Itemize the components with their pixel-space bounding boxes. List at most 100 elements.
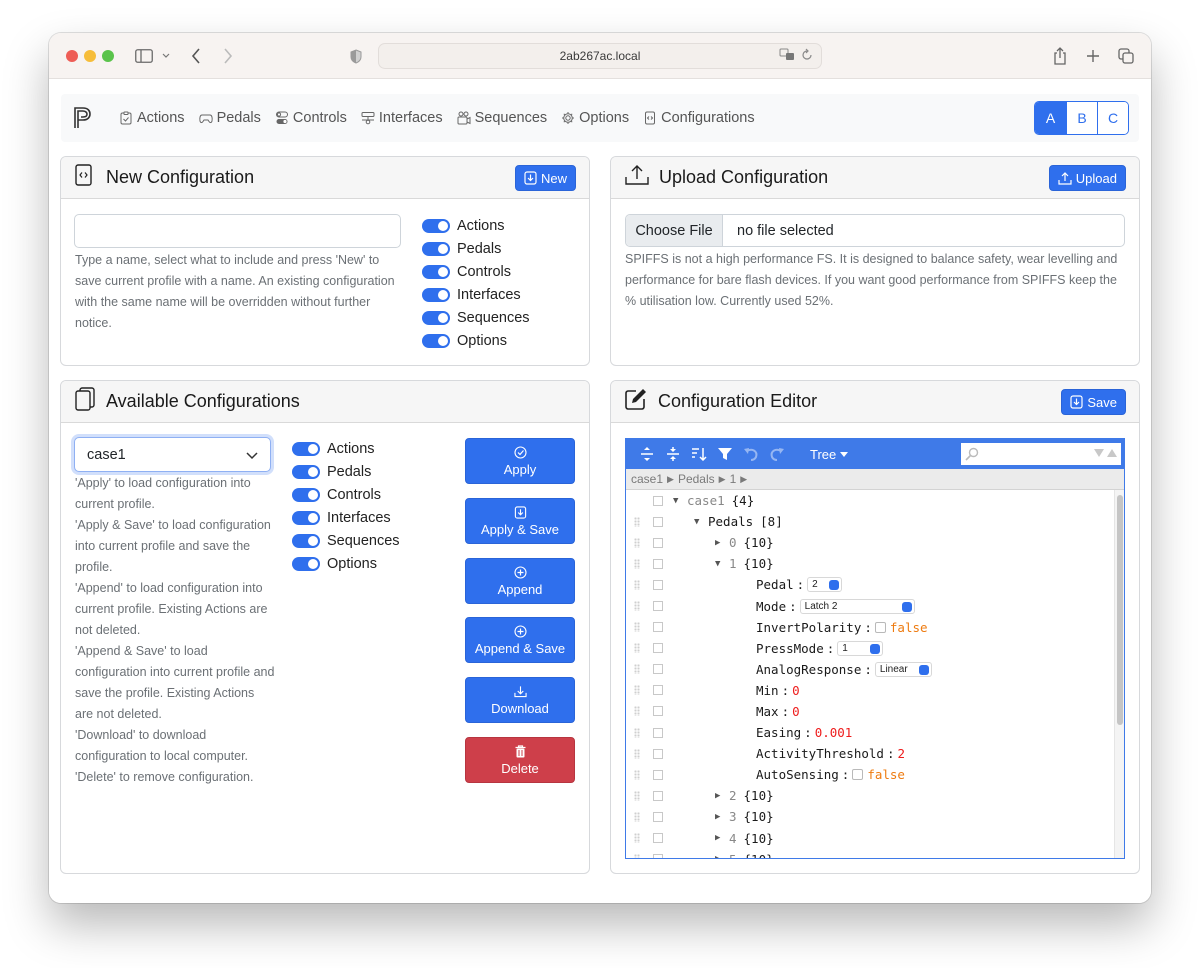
drag-handle[interactable] [634,622,640,633]
search-next-icon[interactable] [1094,449,1104,457]
invert-polarity-checkbox[interactable] [874,621,886,633]
choose-file-button[interactable]: Choose File [626,215,723,246]
profile-b-button[interactable]: B [1066,102,1097,134]
sort-icon[interactable] [686,442,712,466]
expand-toggle-icon[interactable]: ▶ [715,833,729,843]
context-menu-button[interactable] [653,706,663,717]
delete-button[interactable]: Delete [465,737,575,783]
drag-handle[interactable] [634,854,640,858]
collapse-all-icon[interactable] [660,442,686,466]
sidebar-toggle-icon[interactable] [134,45,154,67]
pedals-switch[interactable] [292,465,320,480]
expand-toggle-icon[interactable]: ▼ [715,559,729,569]
privacy-shield-icon[interactable] [348,45,364,67]
profile-a-button[interactable]: A [1035,102,1066,134]
new-tab-icon[interactable] [1085,45,1101,67]
download-button[interactable]: Download [465,677,575,723]
drag-handle[interactable] [634,706,640,717]
auto-sensing-checkbox[interactable] [852,769,864,781]
profile-c-button[interactable]: C [1097,102,1128,134]
nav-interfaces[interactable]: Interfaces [361,110,443,126]
drag-handle[interactable] [634,516,640,527]
mode-dropdown[interactable]: Tree [810,447,849,462]
controls-switch[interactable] [292,488,320,503]
brand-logo[interactable] [73,106,95,130]
drag-handle[interactable] [634,558,640,569]
options-switch[interactable] [422,333,450,348]
undo-icon[interactable] [738,442,764,466]
close-window-button[interactable] [66,50,78,62]
mode-select[interactable]: Latch 2 [799,598,915,614]
context-menu-button[interactable] [653,537,663,548]
actions-switch[interactable] [422,219,450,234]
apply-button[interactable]: Apply [465,438,575,484]
forward-icon[interactable] [220,45,236,67]
reload-icon[interactable] [801,48,813,65]
back-icon[interactable] [188,45,204,67]
filter-icon[interactable] [712,442,738,466]
expand-toggle-icon[interactable]: ▼ [673,496,687,506]
context-menu-button[interactable] [653,833,663,844]
context-menu-button[interactable] [653,558,663,569]
expand-toggle-icon[interactable]: ▶ [715,854,729,858]
expand-toggle-icon[interactable]: ▼ [694,517,708,527]
context-menu-button[interactable] [653,727,663,738]
interfaces-switch[interactable] [292,511,320,526]
breadcrumb-item[interactable]: case1 [631,472,663,486]
context-menu-button[interactable] [653,622,663,633]
context-menu-button[interactable] [653,685,663,696]
drag-handle[interactable] [634,748,640,759]
context-menu-button[interactable] [653,579,663,590]
context-menu-button[interactable] [653,748,663,759]
drag-handle[interactable] [634,643,640,654]
new-button[interactable]: New [514,165,576,191]
context-menu-button[interactable] [653,495,663,506]
configuration-name-input[interactable] [74,214,401,248]
configuration-select[interactable]: case1 [74,437,271,472]
share-icon[interactable] [1052,45,1068,67]
nav-controls[interactable]: Controls [275,110,347,126]
context-menu-button[interactable] [653,790,663,801]
drag-handle[interactable] [634,664,640,675]
context-menu-button[interactable] [653,769,663,780]
context-menu-button[interactable] [653,516,663,527]
pedals-switch[interactable] [422,242,450,257]
maximize-window-button[interactable] [102,50,114,62]
append-save-button[interactable]: Append & Save [465,617,575,663]
expand-toggle-icon[interactable]: ▶ [715,538,729,548]
nav-pedals[interactable]: Pedals [198,110,261,126]
actions-switch[interactable] [292,442,320,457]
drag-handle[interactable] [634,537,640,548]
sequences-switch[interactable] [422,311,450,325]
expand-all-icon[interactable] [634,442,660,466]
pedal-select[interactable]: 2 [807,577,843,593]
chevron-down-icon[interactable] [160,45,172,67]
scrollbar-thumb[interactable] [1117,495,1123,725]
address-bar[interactable]: 2ab267ac.local [378,43,822,69]
analog-response-select[interactable]: Linear [874,661,932,677]
drag-handle[interactable] [634,727,640,738]
apply-save-button[interactable]: Apply & Save [465,498,575,544]
nav-sequences[interactable]: Sequences [457,110,547,126]
drag-handle[interactable] [634,790,640,801]
options-switch[interactable] [292,556,320,571]
tab-overview-icon[interactable] [1117,45,1135,67]
nav-options[interactable]: Options [561,110,629,126]
context-menu-button[interactable] [653,854,663,858]
drag-handle[interactable] [634,579,640,590]
expand-toggle-icon[interactable]: ▶ [715,791,729,801]
append-button[interactable]: Append [465,558,575,604]
save-button[interactable]: Save [1061,389,1126,415]
breadcrumb-item[interactable]: 1 [730,472,737,486]
json-search-input[interactable] [983,445,1083,463]
controls-switch[interactable] [422,265,450,280]
expand-toggle-icon[interactable]: ▶ [715,812,729,822]
json-tree-scrollbar[interactable] [1114,490,1124,858]
nav-actions[interactable]: Actions [119,110,185,126]
sequences-switch[interactable] [292,534,320,548]
press-mode-select[interactable]: 1 [837,640,884,656]
drag-handle[interactable] [634,769,640,780]
redo-icon[interactable] [764,442,790,466]
drag-handle[interactable] [634,811,640,822]
interfaces-switch[interactable] [422,288,450,303]
